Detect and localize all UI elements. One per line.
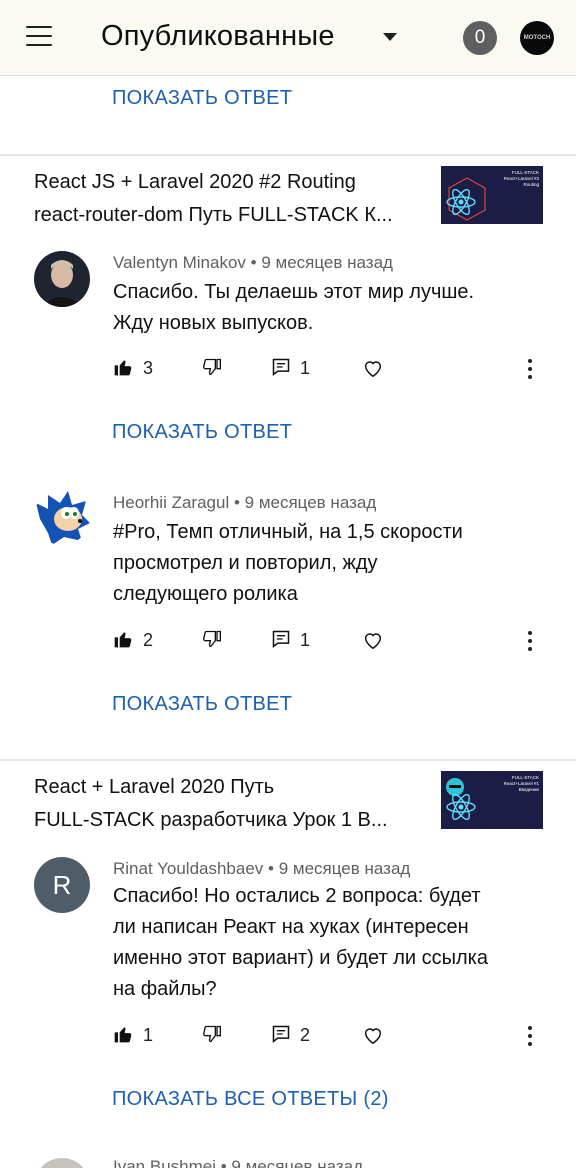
avatar[interactable] bbox=[34, 251, 90, 307]
more-icon[interactable] bbox=[520, 626, 540, 656]
comment-time: 9 месяцев назад bbox=[278, 859, 411, 878]
video-title[interactable]: React JS + Laravel 2020 #2 Routing react… bbox=[34, 166, 414, 232]
like-count: 2 bbox=[143, 630, 154, 650]
video-title-line: react-router-dom Путь FULL-STACK К... bbox=[34, 204, 393, 226]
meta-separator: • bbox=[250, 253, 257, 272]
dislike-button[interactable] bbox=[202, 1021, 226, 1051]
like-icon bbox=[114, 632, 132, 648]
comment-meta: Valentyn Minakov • 9 месяцев назад bbox=[113, 253, 393, 273]
reply-count: 2 bbox=[300, 1025, 311, 1045]
like-button[interactable]: 1 bbox=[113, 1021, 163, 1051]
video-thumbnail[interactable]: FULL-STACK React+Laravel #2 Routing bbox=[441, 166, 543, 224]
more-icon[interactable] bbox=[520, 1021, 540, 1051]
like-button[interactable]: 2 bbox=[113, 626, 163, 656]
dislike-icon bbox=[203, 358, 221, 376]
comment-time: 9 месяцев назад bbox=[261, 253, 393, 272]
heart-icon bbox=[364, 1028, 382, 1045]
comment-text: #Pro, Темп отличный, на 1,5 скорости про… bbox=[113, 517, 543, 610]
count-badge[interactable]: 0 bbox=[463, 21, 497, 55]
comment-author[interactable]: Heorhii Zaragul bbox=[113, 493, 229, 512]
comment-actions: 1 2 bbox=[0, 1021, 576, 1051]
meta-separator: • bbox=[233, 493, 240, 512]
video-title[interactable]: React + Laravel 2020 Путь FULL-STACK раз… bbox=[34, 771, 414, 837]
comment-line: именно этот вариант) и будет ли ссылка bbox=[113, 947, 488, 969]
show-reply-link[interactable]: ПОКАЗАТЬ ОТВЕТ bbox=[112, 421, 292, 444]
divider bbox=[0, 759, 576, 761]
show-reply-link[interactable]: ПОКАЗАТЬ ОТВЕТ bbox=[112, 693, 292, 716]
show-all-replies-link[interactable]: ПОКАЗАТЬ ВСЕ ОТВЕТЫ (2) bbox=[112, 1088, 389, 1111]
video-title-line: React JS + Laravel 2020 #2 Routing bbox=[34, 171, 356, 193]
heart-button[interactable] bbox=[362, 1021, 386, 1051]
heart-icon bbox=[364, 361, 382, 378]
dislike-button[interactable] bbox=[202, 626, 226, 656]
thumbnail-caption: FULL-STACK React+Laravel #1 Введение bbox=[503, 775, 539, 792]
comment-time: 9 месяцев назад bbox=[231, 1157, 364, 1168]
comment-meta: Heorhii Zaragul • 9 месяцев назад bbox=[113, 493, 376, 513]
more-icon[interactable] bbox=[520, 354, 540, 384]
channel-avatar[interactable]: MOTOCH bbox=[520, 21, 554, 55]
like-icon bbox=[114, 360, 132, 376]
reply-count: 1 bbox=[300, 630, 311, 650]
reply-icon bbox=[272, 358, 290, 377]
video-thumbnail[interactable]: FULL-STACK React+Laravel #1 Введение bbox=[441, 771, 543, 829]
comment-meta: Rinat Youldashbaev • 9 месяцев назад bbox=[113, 859, 410, 879]
reply-count: 1 bbox=[300, 358, 311, 378]
reply-button[interactable]: 2 bbox=[271, 1021, 321, 1051]
comment-meta: Ivan Bushmei • 9 месяцев назад bbox=[113, 1157, 363, 1168]
menu-icon[interactable] bbox=[26, 26, 52, 46]
app-bar: Опубликованные 0 MOTOCH bbox=[0, 0, 576, 76]
reply-icon bbox=[272, 630, 290, 649]
heart-button[interactable] bbox=[362, 354, 386, 384]
reply-button[interactable]: 1 bbox=[271, 354, 321, 384]
comment-line: Жду новых выпусков. bbox=[113, 312, 314, 334]
comment-line: следующего ролика bbox=[113, 583, 298, 605]
avatar[interactable] bbox=[34, 1158, 90, 1168]
comment-line: #Pro, Темп отличный, на 1,5 скорости bbox=[113, 521, 463, 543]
comment-author[interactable]: Valentyn Minakov bbox=[113, 253, 246, 272]
comment-actions: 3 1 bbox=[0, 354, 576, 384]
comment-line: ли написан Реакт на хуках (интересен bbox=[113, 916, 469, 938]
avatar[interactable]: R bbox=[34, 857, 90, 913]
dislike-icon bbox=[203, 630, 221, 648]
dropdown-icon[interactable] bbox=[383, 33, 397, 41]
video-title-line: React + Laravel 2020 Путь bbox=[34, 776, 275, 798]
comment-line: Спасибо! Но остались 2 вопроса: будет bbox=[113, 885, 481, 907]
comment-line: на файлы? bbox=[113, 978, 217, 1000]
divider bbox=[0, 154, 576, 156]
comment-author[interactable]: Rinat Youldashbaev bbox=[113, 859, 263, 878]
comment-time: 9 месяцев назад bbox=[244, 493, 377, 512]
page-title[interactable]: Опубликованные bbox=[101, 20, 335, 53]
like-count: 1 bbox=[143, 1025, 154, 1045]
comment-actions: 2 1 bbox=[0, 626, 576, 656]
meta-separator: • bbox=[268, 859, 274, 878]
heart-icon bbox=[364, 633, 382, 650]
like-button[interactable]: 3 bbox=[113, 354, 163, 384]
thumbnail-caption: FULL-STACK React+Laravel #2 Routing bbox=[503, 170, 539, 187]
video-title-line: FULL-STACK разработчика Урок 1 В... bbox=[34, 809, 388, 831]
heart-button[interactable] bbox=[362, 626, 386, 656]
reply-button[interactable]: 1 bbox=[271, 626, 321, 656]
dislike-icon bbox=[203, 1025, 221, 1043]
avatar[interactable] bbox=[34, 489, 90, 545]
show-reply-link[interactable]: ПОКАЗАТЬ ОТВЕТ bbox=[112, 87, 292, 110]
meta-separator: • bbox=[220, 1157, 227, 1168]
like-count: 3 bbox=[143, 358, 154, 378]
dislike-button[interactable] bbox=[202, 354, 226, 384]
comment-text: Спасибо. Ты делаешь этот мир лучше. Жду … bbox=[113, 277, 543, 339]
comment-line: просмотрел и повторил, жду bbox=[113, 552, 378, 574]
like-icon bbox=[114, 1027, 132, 1043]
comment-text: Спасибо! Но остались 2 вопроса: будет ли… bbox=[113, 881, 543, 1005]
comment-line: Спасибо. Ты делаешь этот мир лучше. bbox=[113, 281, 475, 303]
comment-author[interactable]: Ivan Bushmei bbox=[113, 1157, 216, 1168]
reply-icon bbox=[272, 1025, 290, 1044]
